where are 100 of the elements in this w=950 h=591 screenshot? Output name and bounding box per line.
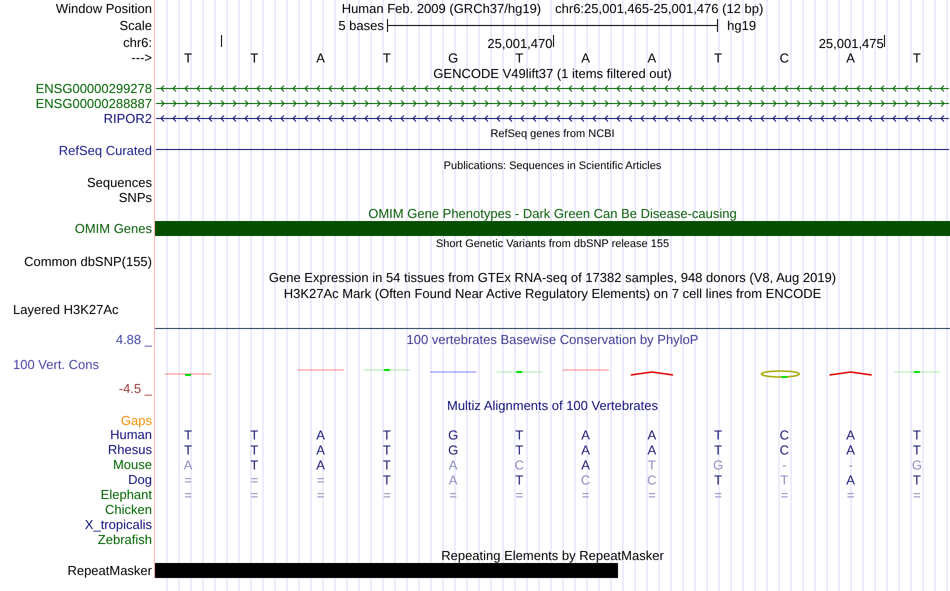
base-letter: = [648, 488, 656, 501]
track-label[interactable]: 100 Vert. Cons [0, 358, 99, 370]
base-letter: = [250, 488, 258, 501]
base-letter: C [647, 473, 657, 486]
species-label[interactable]: Elephant [100, 488, 152, 501]
ruler-tick [884, 35, 885, 47]
base-letter: = [846, 488, 854, 501]
base-letter: = [383, 488, 391, 501]
base-letter: T [250, 51, 258, 64]
ruler-tick [221, 35, 222, 47]
base-letter: T [382, 458, 391, 471]
position-text: chr6:25,001,465-25,001,476 (12 bp) [555, 2, 764, 15]
base-letter: T [912, 473, 921, 486]
track-label[interactable]: OMIM Genes [74, 222, 152, 235]
gene-feature[interactable] [156, 115, 950, 122]
base-letter: A [316, 443, 325, 456]
base-letter: = [184, 473, 192, 486]
ruler-tick [552, 35, 554, 47]
assembly-label: hg19 [727, 19, 756, 32]
row-label: Scale [119, 19, 152, 32]
base-letter: A [184, 458, 192, 471]
track-title: Gene Expression in 54 tissues from GTEx RNA-seq of 17382 samples, 948 donors (V8, Aug 2019) [268, 270, 836, 284]
base-letter: T [382, 443, 391, 456]
gene-label[interactable]: RIPOR2 [104, 112, 152, 125]
base-letter: T [912, 428, 921, 441]
track-label[interactable]: SNPs [118, 191, 152, 204]
base-letter: A [448, 473, 458, 486]
base-letter: T [714, 443, 722, 456]
track-title: 100 vertebrates Basewise Conservation by PhyloP [406, 333, 698, 346]
track-label[interactable]: Common dbSNP(155) [24, 254, 152, 268]
base-letter: G [448, 428, 458, 441]
base-letter: A [846, 428, 855, 441]
base-letter: G [448, 51, 458, 64]
base-letter: A [648, 443, 656, 456]
track-title: GENCODE V49lift37 (1 items filtered out) [433, 66, 672, 80]
axis-max-label: 4.88 _ [116, 333, 152, 346]
base-letter: = [913, 488, 921, 501]
base-letter: = [250, 473, 258, 486]
track-label[interactable]: RepeatMasker [67, 564, 152, 577]
species-label[interactable]: Chicken [105, 503, 152, 516]
base-letter: - [782, 458, 787, 471]
track-title: OMIM Gene Phenotypes - Dark Green Can Be Disease-causing [368, 206, 737, 220]
base-letter: = [780, 488, 788, 501]
base-letter: C [780, 51, 790, 64]
base-letter: T [250, 458, 258, 471]
base-letter: A [581, 428, 590, 441]
base-letter: C [780, 443, 790, 456]
track-label[interactable]: RefSeq Curated [58, 144, 152, 156]
species-label[interactable]: Dog [128, 473, 152, 486]
species-label[interactable]: Zebrafish [98, 533, 152, 546]
species-label[interactable]: X_tropicalis [84, 518, 152, 531]
position-label: 25,001,475 [818, 37, 884, 50]
gene-label[interactable]: ENSG00000288887 [36, 97, 152, 110]
base-letter: A [846, 473, 855, 486]
track-title: Multiz Alignments of 100 Vertebrates [446, 398, 658, 412]
base-letter: T [780, 473, 788, 486]
row-label: ---> [131, 51, 152, 64]
species-label[interactable]: Rhesus [108, 443, 152, 456]
base-letter: = [184, 488, 192, 501]
track-label[interactable]: Sequences [86, 176, 152, 189]
base-letter: C [780, 428, 790, 441]
base-letter: T [714, 473, 722, 486]
gene-label[interactable]: ENSG00000299278 [36, 82, 152, 95]
base-letter: A [846, 51, 855, 64]
base-letter: T [714, 428, 722, 441]
base-letter: C [580, 473, 590, 486]
gene-feature[interactable] [156, 100, 950, 107]
gene-feature[interactable] [156, 85, 950, 92]
base-letter: - [848, 458, 853, 471]
base-letter: A [581, 443, 590, 456]
base-letter: T [184, 428, 192, 441]
base-letter: = [449, 488, 457, 501]
base-letter: A [581, 51, 590, 64]
base-letter: T [648, 458, 656, 471]
base-letter: T [714, 51, 722, 64]
track-title: Short Genetic Variants from dbSNP release 155 [436, 239, 670, 250]
base-letter: T [912, 51, 921, 64]
base-letter: = [316, 488, 324, 501]
base-letter: T [184, 443, 192, 456]
base-letter: A [648, 428, 656, 441]
species-label[interactable]: Human [110, 428, 152, 441]
base-letter: T [382, 473, 391, 486]
base-letter: T [912, 443, 921, 456]
base-letter: T [382, 51, 391, 64]
base-letter: C [514, 458, 524, 471]
base-letter: A [581, 458, 590, 471]
track-title: Publications: Sequences in Scientific Articles [444, 161, 662, 172]
track-title: RefSeq genes from NCBI [490, 128, 615, 140]
base-letter: = [516, 488, 524, 501]
base-letter: A [316, 428, 325, 441]
base-letter: G [912, 458, 922, 471]
base-letter: T [515, 51, 524, 64]
species-label[interactable]: Mouse [112, 458, 152, 471]
base-letter: T [515, 428, 524, 441]
row-label: Window Position [56, 2, 152, 15]
track-label[interactable]: Layered H3K27Ac [13, 302, 119, 316]
base-letter: G [448, 443, 458, 456]
base-letter: T [382, 428, 391, 441]
base-letter: T [250, 428, 258, 441]
base-letter: A [316, 458, 325, 471]
